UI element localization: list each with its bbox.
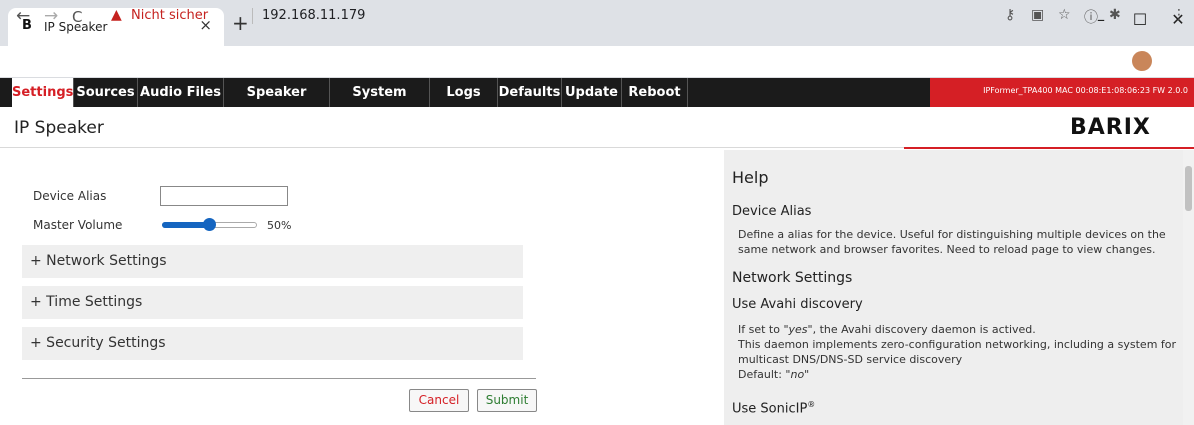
forward-arrow-icon[interactable]: → [44, 6, 58, 26]
device-alias-input[interactable] [160, 186, 288, 206]
nav-update[interactable]: Update [562, 78, 622, 107]
help-text-alias: Define a alias for the device. Useful fo… [738, 228, 1166, 256]
translate-icon[interactable]: ▣ [1031, 7, 1044, 23]
volume-value: 50% [267, 219, 292, 232]
avatar[interactable] [1132, 51, 1152, 71]
help-heading-alias: Device Alias [732, 204, 812, 219]
browser-toolbar [0, 46, 1194, 78]
warning-icon: ▲ [111, 7, 122, 23]
help-panel: Help Device Alias Define a alias for the… [724, 150, 1183, 425]
reload-icon[interactable]: C [72, 8, 82, 26]
not-secure-label[interactable]: Nicht sicher [131, 8, 208, 23]
page-header [0, 107, 1194, 148]
cancel-button[interactable]: Cancel [409, 389, 469, 412]
volume-slider-thumb[interactable] [203, 218, 216, 231]
star-icon[interactable]: ☆ [1058, 7, 1071, 23]
nav-system-status[interactable]: System Status [330, 78, 430, 129]
nav-settings[interactable]: Settings [12, 78, 74, 107]
nav-audio-files[interactable]: Audio Files [138, 78, 224, 107]
master-volume-label: Master Volume [33, 218, 123, 232]
barix-logo: BARIX [1070, 115, 1151, 140]
menu-icon[interactable]: ⋮ [1172, 7, 1186, 23]
info-icon[interactable]: ⓘ [1084, 7, 1098, 27]
key-icon[interactable]: ⚷ [1005, 7, 1015, 23]
page-title: IP Speaker [14, 118, 104, 138]
header-accent-line [904, 147, 1194, 149]
help-heading-sonicip: Use SonicIP® [732, 400, 816, 417]
security-settings-section[interactable]: + Security Settings [22, 327, 523, 360]
device-info-text: IPFormer_TPA400 MAC 00:08:E1:08:06:23 FW… [983, 86, 1188, 95]
nav-sources[interactable]: Sources [74, 78, 138, 107]
help-scrollbar-thumb[interactable] [1185, 166, 1192, 211]
network-settings-section[interactable]: + Network Settings [22, 245, 523, 278]
submit-button[interactable]: Submit [477, 389, 537, 412]
help-heading-avahi: Use Avahi discovery [732, 297, 863, 312]
help-heading-network: Network Settings [732, 270, 853, 286]
time-settings-section[interactable]: + Time Settings [22, 286, 523, 319]
device-alias-label: Device Alias [33, 189, 107, 203]
maximize-button[interactable]: ☐ [1126, 10, 1154, 29]
nav-reboot[interactable]: Reboot [622, 78, 688, 107]
new-tab-button[interactable]: + [232, 13, 249, 33]
back-arrow-icon[interactable]: ← [16, 6, 30, 26]
url-separator [252, 8, 253, 24]
address-bar-url[interactable]: 192.168.11.179 [262, 8, 365, 23]
form-divider [22, 378, 536, 379]
nav-speaker-status[interactable]: Speaker Status [224, 78, 330, 129]
help-title: Help [732, 168, 769, 187]
nav-defaults[interactable]: Defaults [498, 78, 562, 107]
help-text-avahi: If set to "yes", the Avahi discovery dae… [738, 323, 1177, 381]
extensions-icon[interactable]: ✱ [1109, 7, 1121, 23]
nav-logs[interactable]: Logs [430, 78, 498, 107]
